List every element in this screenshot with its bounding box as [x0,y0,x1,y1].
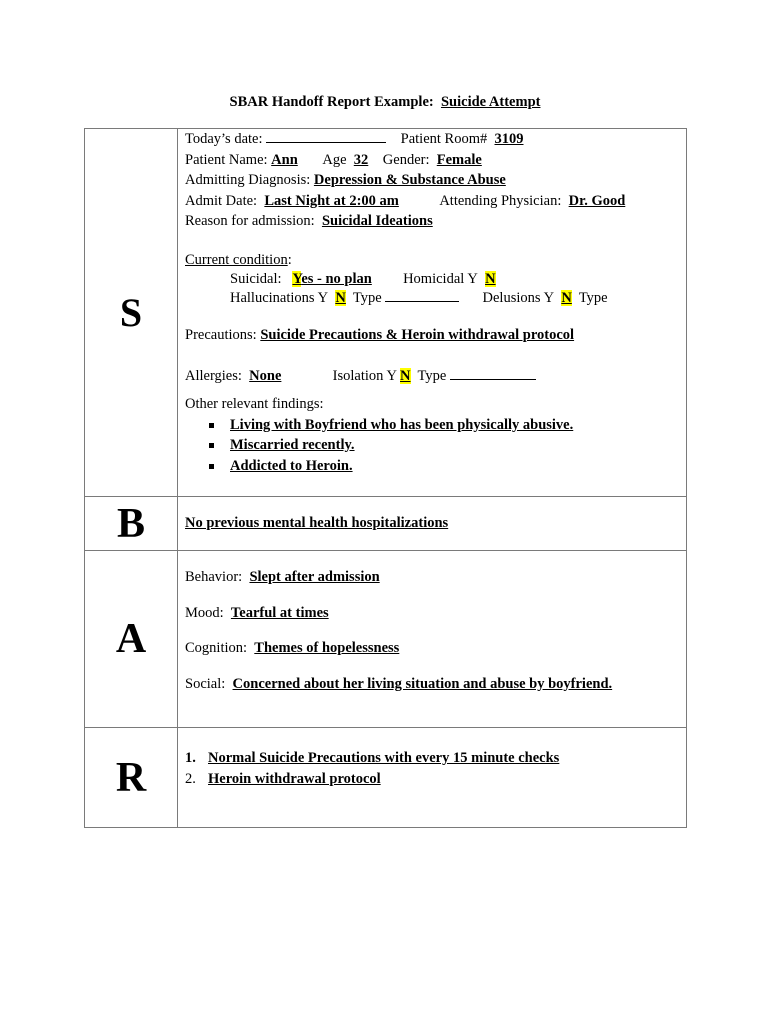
finding-item: Addicted to Heroin. [207,456,686,477]
recommendation-letter: R [84,727,178,828]
assessment-content: Behavior: Slept after admission Mood: Te… [177,550,687,728]
admitting-diagnosis: Depression & Substance Abuse [313,172,506,188]
room-number: 3109 [494,131,524,147]
current-condition-heading: Current condition: [185,251,292,268]
recommendation-item: 1. Normal Suicide Precautions with every… [185,750,560,766]
recommendation-row: R 1. Normal Suicide Precautions with eve… [84,727,687,828]
document-title: SBAR Handoff Report Example: Suicide Att… [0,94,770,111]
recommendation-content: 1. Normal Suicide Precautions with every… [177,727,687,828]
patient-name: Ann [271,151,298,168]
allergies-line: Allergies: None Isolation Y N Type [185,366,686,387]
suicidal-value: Yes - no plan [292,271,372,287]
situation-row: S Today’s date: Patient Room# 3109 Patie… [84,128,687,497]
reason-line: Reason for admission: Suicidal Ideations [185,213,433,229]
finding-item: Living with Boyfriend who has been physi… [207,415,686,436]
precautions-value: Suicide Precautions & Heroin withdrawal … [260,327,575,343]
background-text: No previous mental health hospitalizatio… [185,515,449,532]
patient-age: 32 [353,151,369,168]
patient-line: Patient Name: Ann Age 32 Gender: Female [185,151,482,168]
recommendation-item: 2. Heroin withdrawal protocol [185,770,381,787]
finding-item: Miscarried recently. [207,435,686,456]
delusions-value: N [561,290,572,306]
recommendation-list: 1. Normal Suicide Precautions with every… [185,748,686,789]
assessment-item: Mood: Tearful at times [185,604,329,621]
assessment-item: Social: Concerned about her living situa… [185,675,613,692]
assessment-item: Cognition: Themes of hopelessness [185,640,400,656]
hallucinations-value: N [335,290,346,306]
title-subject: Suicide Attempt [440,94,541,110]
admit-date: Last Night at 2:00 am [264,192,399,209]
hallucinations-line: Hallucinations Y N Type Delusions Y N Ty… [230,288,608,306]
title-prefix: SBAR Handoff Report Example: [229,94,434,110]
sbar-table: S Today’s date: Patient Room# 3109 Patie… [84,128,687,828]
admit-line: Admit Date: Last Night at 2:00 am Attend… [185,192,626,209]
assessment-letter: A [84,550,178,728]
diagnosis-line: Admitting Diagnosis: Depression & Substa… [185,172,506,188]
reason-for-admission: Suicidal Ideations [321,213,433,229]
isolation-type-blank [449,366,536,380]
background-row: B No previous mental health hospitalizat… [84,496,687,551]
background-content: No previous mental health hospitalizatio… [177,496,687,551]
suicidal-line: Suicidal: Yes - no plan Homicidal Y N [230,271,496,287]
background-letter: B [84,496,178,551]
situation-content: Today’s date: Patient Room# 3109 Patient… [177,128,687,497]
todays-date-blank [266,129,387,143]
homicidal-value: N [485,271,496,287]
date-room-line: Today’s date: Patient Room# 3109 [185,129,524,147]
allergies-value: None [249,367,282,384]
attending-physician: Dr. Good [568,192,626,209]
hallucinations-type-blank [385,288,460,302]
precautions-line: Precautions: Suicide Precautions & Heroi… [185,327,575,343]
other-findings-heading: Other relevant findings: [185,396,324,412]
situation-letter: S [84,128,178,497]
findings-list: Living with Boyfriend who has been physi… [185,415,686,477]
isolation-value: N [400,367,411,384]
assessment-item: Behavior: Slept after admission [185,569,380,585]
patient-gender: Female [436,151,482,168]
assessment-row: A Behavior: Slept after admission Mood: … [84,550,687,728]
